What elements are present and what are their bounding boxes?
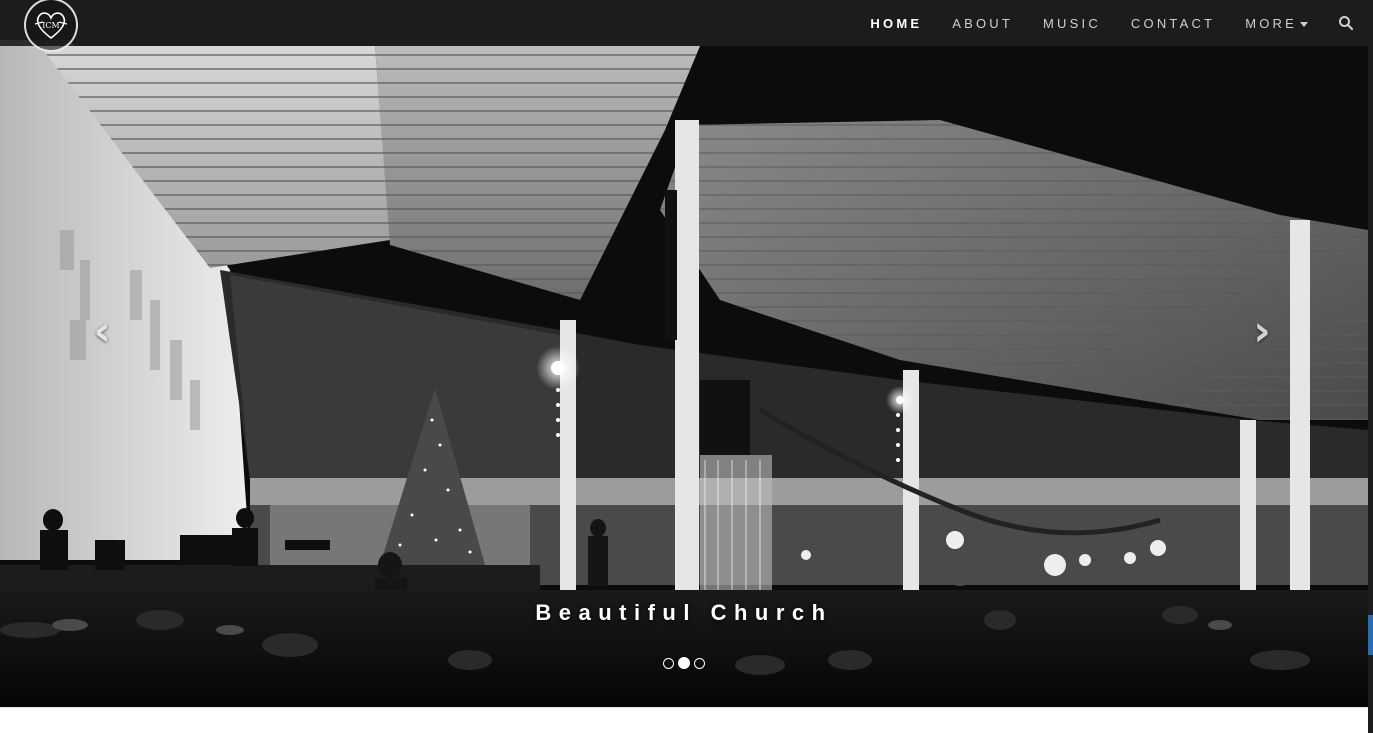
nav-home[interactable]: HOME xyxy=(870,16,922,31)
nav-contact[interactable]: CONTACT xyxy=(1131,16,1215,31)
carousel-indicator-3[interactable] xyxy=(694,657,705,669)
svg-text:ICM: ICM xyxy=(42,21,59,30)
main-nav: HOME ABOUT MUSIC CONTACT MORE xyxy=(840,0,1354,46)
carousel-indicators xyxy=(0,657,1368,669)
nav-more-label: MORE xyxy=(1245,15,1297,31)
carousel-indicator-2[interactable] xyxy=(678,657,690,669)
carousel-indicator-1[interactable] xyxy=(663,657,674,669)
chevron-right-icon: › xyxy=(1253,305,1271,355)
top-navbar: ICM HOME ABOUT MUSIC CONTACT MORE xyxy=(0,0,1368,52)
nav-about[interactable]: ABOUT xyxy=(952,16,1013,31)
heart-logo-icon: ICM xyxy=(34,12,68,40)
nav-more-dropdown[interactable]: MORE xyxy=(1245,16,1308,31)
search-icon[interactable] xyxy=(1338,15,1354,31)
slide-caption: Beautiful Church xyxy=(535,600,833,625)
scrollbar-accent xyxy=(1368,615,1373,655)
hero-carousel: ‹ › Beautiful Church xyxy=(0,0,1368,707)
chevron-left-icon: ‹ xyxy=(93,305,111,355)
carousel-next-button[interactable]: › xyxy=(1232,300,1292,360)
window-scrollbar[interactable] xyxy=(1368,0,1373,733)
caret-down-icon xyxy=(1300,21,1308,27)
site-logo[interactable]: ICM xyxy=(24,0,78,52)
carousel-prev-button[interactable]: ‹ xyxy=(72,300,132,360)
page-content-start xyxy=(0,707,1368,733)
nav-music[interactable]: MUSIC xyxy=(1043,16,1101,31)
